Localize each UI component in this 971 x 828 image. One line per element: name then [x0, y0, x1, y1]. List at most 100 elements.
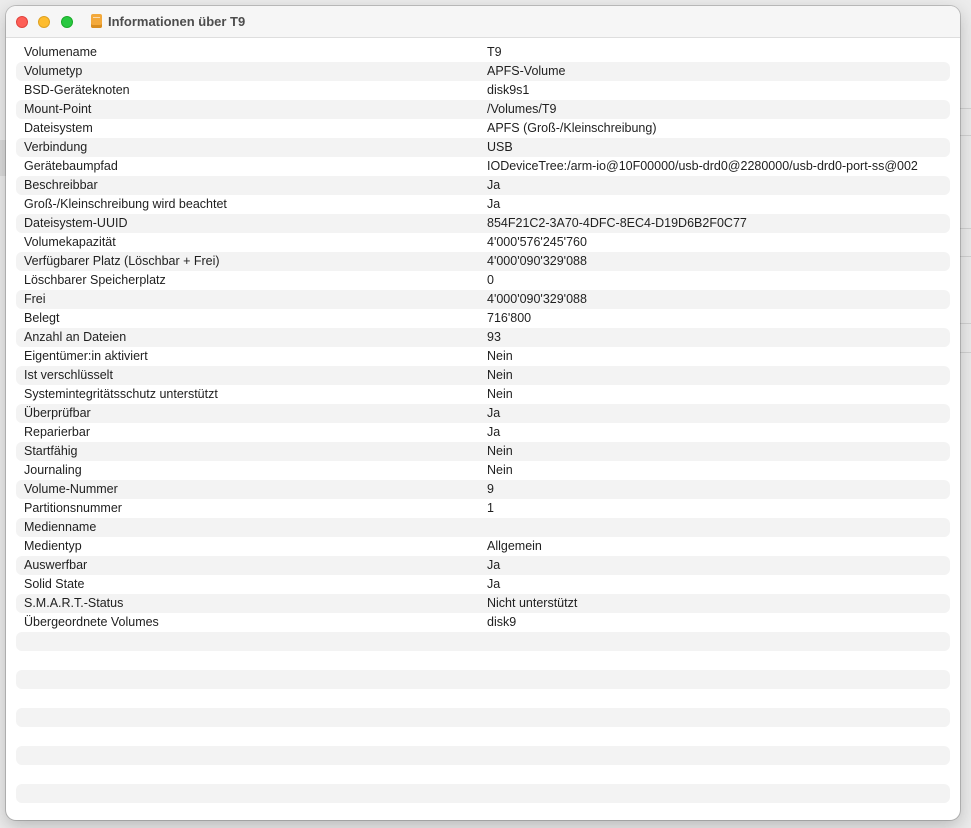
row-label: Gerätebaumpfad [24, 159, 118, 173]
external-drive-icon [91, 14, 102, 28]
table-row[interactable]: Medienname [16, 518, 950, 537]
row-value: Ja [487, 577, 501, 591]
row-label: Systemintegritätsschutz unterstützt [24, 387, 218, 401]
row-label: Beschreibbar [24, 178, 98, 192]
row-label: Löschbarer Speicherplatz [24, 273, 166, 287]
table-row[interactable]: S.M.A.R.T.-Status Nicht unterstützt [16, 594, 950, 613]
row-label: Solid State [24, 577, 85, 591]
row-label: Reparierbar [24, 425, 91, 439]
row-label: Groß-/Kleinschreibung wird beachtet [24, 197, 227, 211]
row-value: Nicht unterstützt [487, 596, 578, 610]
row-label: Volumekapazität [24, 235, 116, 249]
table-row[interactable]: Systemintegritätsschutz unterstützt Nein [16, 385, 950, 404]
background-divider [960, 256, 971, 257]
row-value: Nein [487, 349, 513, 363]
row-value: Nein [487, 368, 513, 382]
table-row[interactable]: Dateisystem APFS (Groß-/Kleinschreibung) [16, 119, 950, 138]
row-value: 4'000'090'329'088 [487, 254, 587, 268]
row-value: Ja [487, 178, 501, 192]
row-value: USB [487, 140, 513, 154]
background-divider [960, 135, 971, 136]
row-value: T9 [487, 45, 502, 59]
table-row[interactable]: Frei 4'000'090'329'088 [16, 290, 950, 309]
row-label: Medientyp [24, 539, 82, 553]
row-value: APFS (Groß-/Kleinschreibung) [487, 121, 657, 135]
row-label: Verbindung [24, 140, 88, 154]
row-label: Startfähig [24, 444, 78, 458]
table-row[interactable]: Belegt 716'800 [16, 309, 950, 328]
row-label: Belegt [24, 311, 60, 325]
table-row[interactable]: Startfähig Nein [16, 442, 950, 461]
row-label: Volumetyp [24, 64, 83, 78]
table-row[interactable]: Partitionsnummer 1 [16, 499, 950, 518]
row-value: Nein [487, 463, 513, 477]
row-label: Ist verschlüsselt [24, 368, 113, 382]
table-row[interactable]: Übergeordnete Volumes disk9 [16, 613, 950, 632]
table-row[interactable]: Gerätebaumpfad IODeviceTree:/arm-io@10F00… [16, 157, 950, 176]
table-row[interactable]: Reparierbar Ja [16, 423, 950, 442]
row-value: 9 [487, 482, 494, 496]
table-row[interactable]: Journaling Nein [16, 461, 950, 480]
row-label: Verfügbarer Platz (Löschbar + Frei) [24, 254, 220, 268]
background-divider [960, 323, 971, 324]
row-label: Partitionsnummer [24, 501, 122, 515]
row-label: Dateisystem-UUID [24, 216, 128, 230]
table-row[interactable]: Volumename T9 [16, 43, 950, 62]
row-value: 716'800 [487, 311, 532, 325]
row-label: Journaling [24, 463, 82, 477]
row-value: IODeviceTree:/arm-io@10F00000/usb-drd0@2… [487, 159, 918, 173]
table-row[interactable]: Groß-/Kleinschreibung wird beachtet Ja [16, 195, 950, 214]
row-label: BSD-Geräteknoten [24, 83, 130, 97]
table-row[interactable]: Volumekapazität 4'000'576'245'760 [16, 233, 950, 252]
row-label: Mount-Point [24, 102, 92, 116]
table-row[interactable]: Volume-Nummer 9 [16, 480, 950, 499]
row-value: Nein [487, 444, 513, 458]
row-value: Allgemein [487, 539, 542, 553]
close-button[interactable] [16, 16, 28, 28]
info-table[interactable]: Volumename T9 Volumetyp APFS-Volume BSD-Gerä… [16, 43, 950, 803]
row-label: Medienname [24, 520, 97, 534]
empty-row [16, 727, 950, 746]
background-divider [960, 108, 971, 109]
table-row[interactable]: Ist verschlüsselt Nein [16, 366, 950, 385]
table-row[interactable]: Auswerfbar Ja [16, 556, 950, 575]
zoom-button[interactable] [61, 16, 73, 28]
table-row[interactable]: Dateisystem-UUID 854F21C2-3A70-4DFC-8EC4-… [16, 214, 950, 233]
table-row[interactable]: Verfügbarer Platz (Löschbar + Frei) 4'000… [16, 252, 950, 271]
row-value: Ja [487, 558, 501, 572]
row-label: Auswerfbar [24, 558, 88, 572]
row-label: Überprüfbar [24, 406, 91, 420]
empty-row [16, 746, 950, 765]
table-row[interactable]: BSD-Geräteknoten disk9s1 [16, 81, 950, 100]
row-value: 1 [487, 501, 494, 515]
row-label: Anzahl an Dateien [24, 330, 127, 344]
row-value: disk9s1 [487, 83, 530, 97]
empty-row [16, 670, 950, 689]
row-value: /Volumes/T9 [487, 102, 557, 116]
empty-row [16, 689, 950, 708]
minimize-button[interactable] [38, 16, 50, 28]
info-window: Informationen über T9 Volumename T9 Volume… [6, 6, 960, 820]
row-value: 0 [487, 273, 494, 287]
row-value: APFS-Volume [487, 64, 566, 78]
table-row[interactable]: Solid State Ja [16, 575, 950, 594]
table-row[interactable]: Eigentümer:in aktiviert Nein [16, 347, 950, 366]
row-label: S.M.A.R.T.-Status [24, 596, 124, 610]
empty-row [16, 651, 950, 670]
row-label: Volumename [24, 45, 97, 59]
title-bar[interactable]: Informationen über T9 [6, 6, 960, 38]
table-row[interactable]: Überprüfbar Ja [16, 404, 950, 423]
table-row[interactable]: Medientyp Allgemein [16, 537, 950, 556]
table-row[interactable]: Beschreibbar Ja [16, 176, 950, 195]
table-row[interactable]: Löschbarer Speicherplatz 0 [16, 271, 950, 290]
row-value: 4'000'090'329'088 [487, 292, 587, 306]
table-row[interactable]: Volumetyp APFS-Volume [16, 62, 950, 81]
row-value: Nein [487, 387, 513, 401]
table-row[interactable]: Anzahl an Dateien 93 [16, 328, 950, 347]
row-value: Ja [487, 406, 501, 420]
row-value: disk9 [487, 615, 517, 629]
empty-row [16, 784, 950, 803]
table-row[interactable]: Verbindung USB [16, 138, 950, 157]
background-divider [960, 228, 971, 229]
table-row[interactable]: Mount-Point/Volumes/T9 [16, 100, 950, 119]
